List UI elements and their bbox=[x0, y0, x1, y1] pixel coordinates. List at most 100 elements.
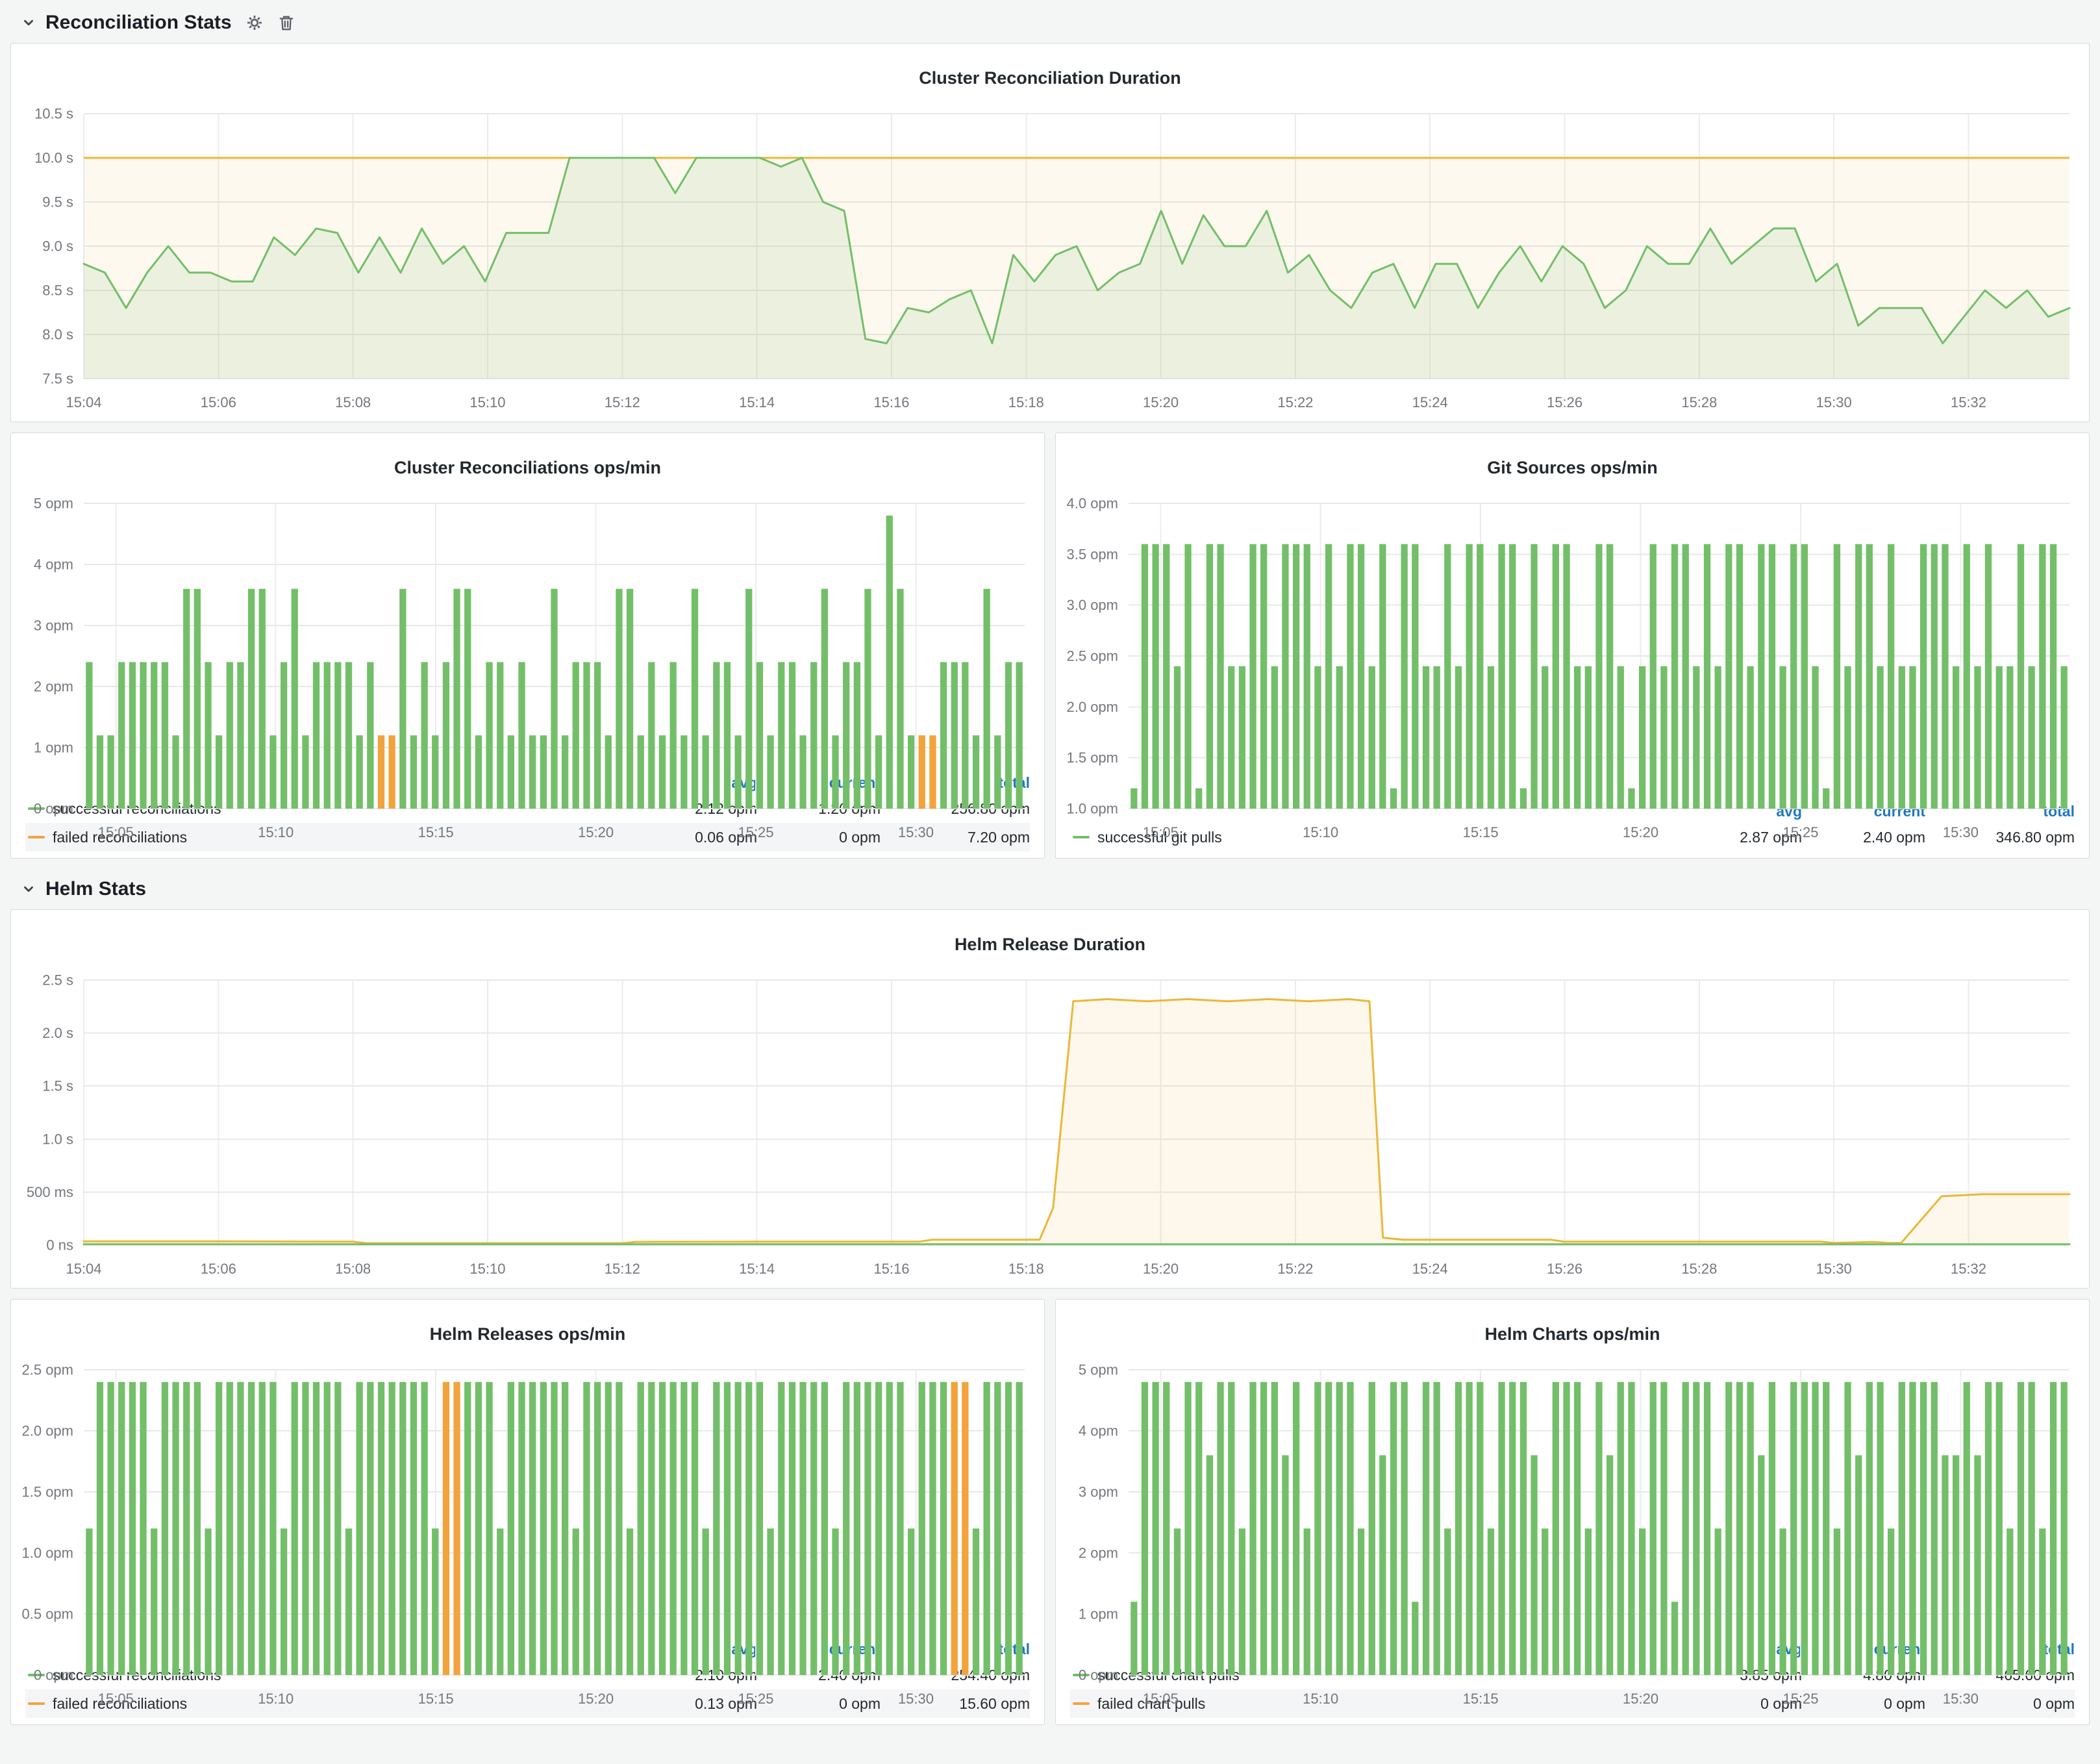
svg-text:3 opm: 3 opm bbox=[1079, 1483, 1118, 1500]
svg-text:500 ms: 500 ms bbox=[27, 1184, 73, 1200]
svg-text:15:10: 15:10 bbox=[1303, 824, 1338, 840]
svg-text:15:15: 15:15 bbox=[1463, 824, 1499, 840]
cluster-reconciliation-duration-chart[interactable]: 15:0415:0615:0815:1015:1215:1415:1615:18… bbox=[11, 105, 2089, 422]
panel-cluster-reconciliation-duration: Cluster Reconciliation Duration 15:04 15:… bbox=[10, 43, 2090, 422]
cluster-reconciliations-chart[interactable]: 15:0515:1015:1515:2015:2515:300 opm1 opm… bbox=[11, 494, 1044, 770]
section-title[interactable]: Reconciliation Stats bbox=[45, 12, 232, 34]
panel-git-sources: Git Sources ops/min 15:0515:1015:1515:20… bbox=[1055, 433, 2090, 859]
svg-text:7.5 s: 7.5 s bbox=[42, 370, 73, 386]
svg-text:0 opm: 0 opm bbox=[34, 1667, 73, 1683]
svg-text:15:26: 15:26 bbox=[1547, 1261, 1582, 1277]
panel-title-helm-release-duration[interactable]: Helm Release Duration bbox=[11, 924, 2089, 956]
svg-text:2.0 opm: 2.0 opm bbox=[1067, 699, 1119, 715]
panel-title-cluster-reconciliation-duration[interactable]: Cluster Reconciliation Duration bbox=[11, 58, 2089, 90]
svg-text:1.0 opm: 1.0 opm bbox=[22, 1544, 74, 1561]
panel-helm-charts: Helm Charts ops/min 15:0515:1015:1515:20… bbox=[1055, 1299, 2090, 1725]
svg-text:15:04: 15:04 bbox=[66, 394, 101, 410]
svg-text:15:30: 15:30 bbox=[1943, 824, 1979, 840]
svg-text:15:15: 15:15 bbox=[418, 824, 454, 840]
panel-title-helm-charts[interactable]: Helm Charts ops/min bbox=[1056, 1314, 2089, 1346]
svg-text:15:06: 15:06 bbox=[201, 394, 236, 410]
panel-title-helm-releases[interactable]: Helm Releases ops/min bbox=[11, 1314, 1044, 1346]
svg-text:1.0 opm: 1.0 opm bbox=[1067, 800, 1119, 816]
svg-text:15:16: 15:16 bbox=[873, 394, 909, 410]
svg-text:15:25: 15:25 bbox=[1782, 824, 1818, 840]
svg-text:1 opm: 1 opm bbox=[1079, 1606, 1118, 1622]
svg-text:8.5 s: 8.5 s bbox=[42, 282, 73, 298]
panel-title-cluster-reconciliations[interactable]: Cluster Reconciliations ops/min bbox=[11, 447, 1044, 479]
svg-text:1.0 s: 1.0 s bbox=[42, 1131, 73, 1147]
svg-text:15:10: 15:10 bbox=[258, 1691, 294, 1707]
svg-text:5 opm: 5 opm bbox=[34, 495, 73, 511]
helm-releases-chart[interactable]: 15:0515:1015:1515:2015:2515:300 opm0.5 o… bbox=[11, 1361, 1044, 1637]
svg-text:15:22: 15:22 bbox=[1277, 394, 1313, 410]
svg-text:15:20: 15:20 bbox=[1623, 824, 1658, 840]
svg-text:9.0 s: 9.0 s bbox=[42, 238, 73, 254]
svg-text:15:24: 15:24 bbox=[1412, 1261, 1448, 1277]
svg-text:3 opm: 3 opm bbox=[34, 617, 73, 633]
svg-text:15:05: 15:05 bbox=[98, 1691, 134, 1707]
svg-text:15:32: 15:32 bbox=[1951, 1261, 1986, 1277]
svg-text:5 opm: 5 opm bbox=[1079, 1361, 1118, 1378]
trash-icon[interactable] bbox=[277, 14, 295, 32]
svg-text:15:22: 15:22 bbox=[1277, 1261, 1313, 1277]
git-sources-chart[interactable]: 15:0515:1015:1515:2015:2515:301.0 opm1.5… bbox=[1056, 494, 2089, 799]
svg-text:15:05: 15:05 bbox=[1143, 1691, 1179, 1707]
svg-text:15:14: 15:14 bbox=[739, 1261, 775, 1277]
svg-text:8.0 s: 8.0 s bbox=[42, 326, 73, 342]
svg-text:15:18: 15:18 bbox=[1008, 1261, 1044, 1277]
section-title[interactable]: Helm Stats bbox=[45, 878, 146, 900]
panel-helm-release-duration: Helm Release Duration 15:0415:0615:0815:… bbox=[10, 909, 2090, 1289]
svg-text:1.5 s: 1.5 s bbox=[42, 1077, 73, 1094]
svg-text:0 opm: 0 opm bbox=[34, 800, 73, 816]
section-header-helm-stats[interactable]: Helm Stats bbox=[10, 869, 2090, 909]
svg-text:15:14: 15:14 bbox=[739, 394, 775, 410]
svg-text:1 opm: 1 opm bbox=[34, 739, 73, 755]
svg-text:15:30: 15:30 bbox=[898, 1691, 934, 1707]
svg-text:15:15: 15:15 bbox=[418, 1691, 454, 1707]
svg-text:15:20: 15:20 bbox=[1143, 1261, 1179, 1277]
panel-helm-releases: Helm Releases ops/min 15:0515:1015:1515:… bbox=[10, 1299, 1045, 1725]
chevron-down-icon[interactable] bbox=[21, 15, 36, 31]
svg-text:4 opm: 4 opm bbox=[1079, 1422, 1118, 1439]
svg-text:2.0 opm: 2.0 opm bbox=[22, 1422, 74, 1439]
svg-text:15:12: 15:12 bbox=[605, 1261, 640, 1277]
svg-text:15:28: 15:28 bbox=[1681, 1261, 1717, 1277]
svg-text:2.5 opm: 2.5 opm bbox=[1067, 648, 1119, 664]
svg-text:0 ns: 0 ns bbox=[46, 1237, 73, 1253]
svg-text:3.0 opm: 3.0 opm bbox=[1067, 597, 1119, 613]
svg-text:15:10: 15:10 bbox=[469, 394, 505, 410]
svg-text:2.0 s: 2.0 s bbox=[42, 1025, 73, 1041]
svg-text:15:15: 15:15 bbox=[1463, 1691, 1499, 1707]
panel-title-git-sources[interactable]: Git Sources ops/min bbox=[1056, 447, 2089, 479]
svg-text:15:20: 15:20 bbox=[1143, 394, 1179, 410]
svg-text:15:32: 15:32 bbox=[1951, 394, 1986, 410]
svg-text:15:25: 15:25 bbox=[738, 1691, 773, 1707]
svg-text:15:06: 15:06 bbox=[201, 1261, 236, 1277]
svg-text:2.5 opm: 2.5 opm bbox=[22, 1361, 74, 1378]
gear-icon[interactable] bbox=[245, 13, 264, 32]
svg-text:15:18: 15:18 bbox=[1008, 394, 1044, 410]
chevron-down-icon[interactable] bbox=[21, 881, 36, 897]
svg-text:1.5 opm: 1.5 opm bbox=[1067, 750, 1119, 766]
svg-text:15:16: 15:16 bbox=[873, 1261, 909, 1277]
svg-text:0 opm: 0 opm bbox=[1079, 1667, 1118, 1683]
svg-text:9.5 s: 9.5 s bbox=[42, 194, 73, 210]
svg-text:15:20: 15:20 bbox=[578, 824, 614, 840]
helm-release-duration-chart[interactable]: 15:0415:0615:0815:1015:1215:1415:1615:18… bbox=[11, 971, 2089, 1288]
dashboard: Reconciliation Stats Cluster Reconciliat… bbox=[0, 0, 2100, 1746]
svg-text:15:12: 15:12 bbox=[605, 394, 640, 410]
svg-text:2.5 s: 2.5 s bbox=[42, 972, 73, 988]
svg-text:15:24: 15:24 bbox=[1412, 394, 1448, 410]
svg-text:1.5 opm: 1.5 opm bbox=[22, 1483, 74, 1500]
svg-text:15:04: 15:04 bbox=[66, 1261, 101, 1277]
svg-text:15:25: 15:25 bbox=[738, 824, 773, 840]
svg-text:15:30: 15:30 bbox=[1816, 394, 1852, 410]
svg-text:2 opm: 2 opm bbox=[1079, 1544, 1118, 1561]
svg-text:15:25: 15:25 bbox=[1782, 1691, 1818, 1707]
svg-text:2 opm: 2 opm bbox=[34, 678, 73, 694]
section-header-reconciliation-stats[interactable]: Reconciliation Stats bbox=[10, 3, 2090, 43]
helm-charts-chart[interactable]: 15:0515:1015:1515:2015:2515:300 opm1 opm… bbox=[1056, 1361, 2089, 1637]
svg-text:15:28: 15:28 bbox=[1681, 394, 1717, 410]
svg-text:0.5 opm: 0.5 opm bbox=[22, 1606, 74, 1622]
